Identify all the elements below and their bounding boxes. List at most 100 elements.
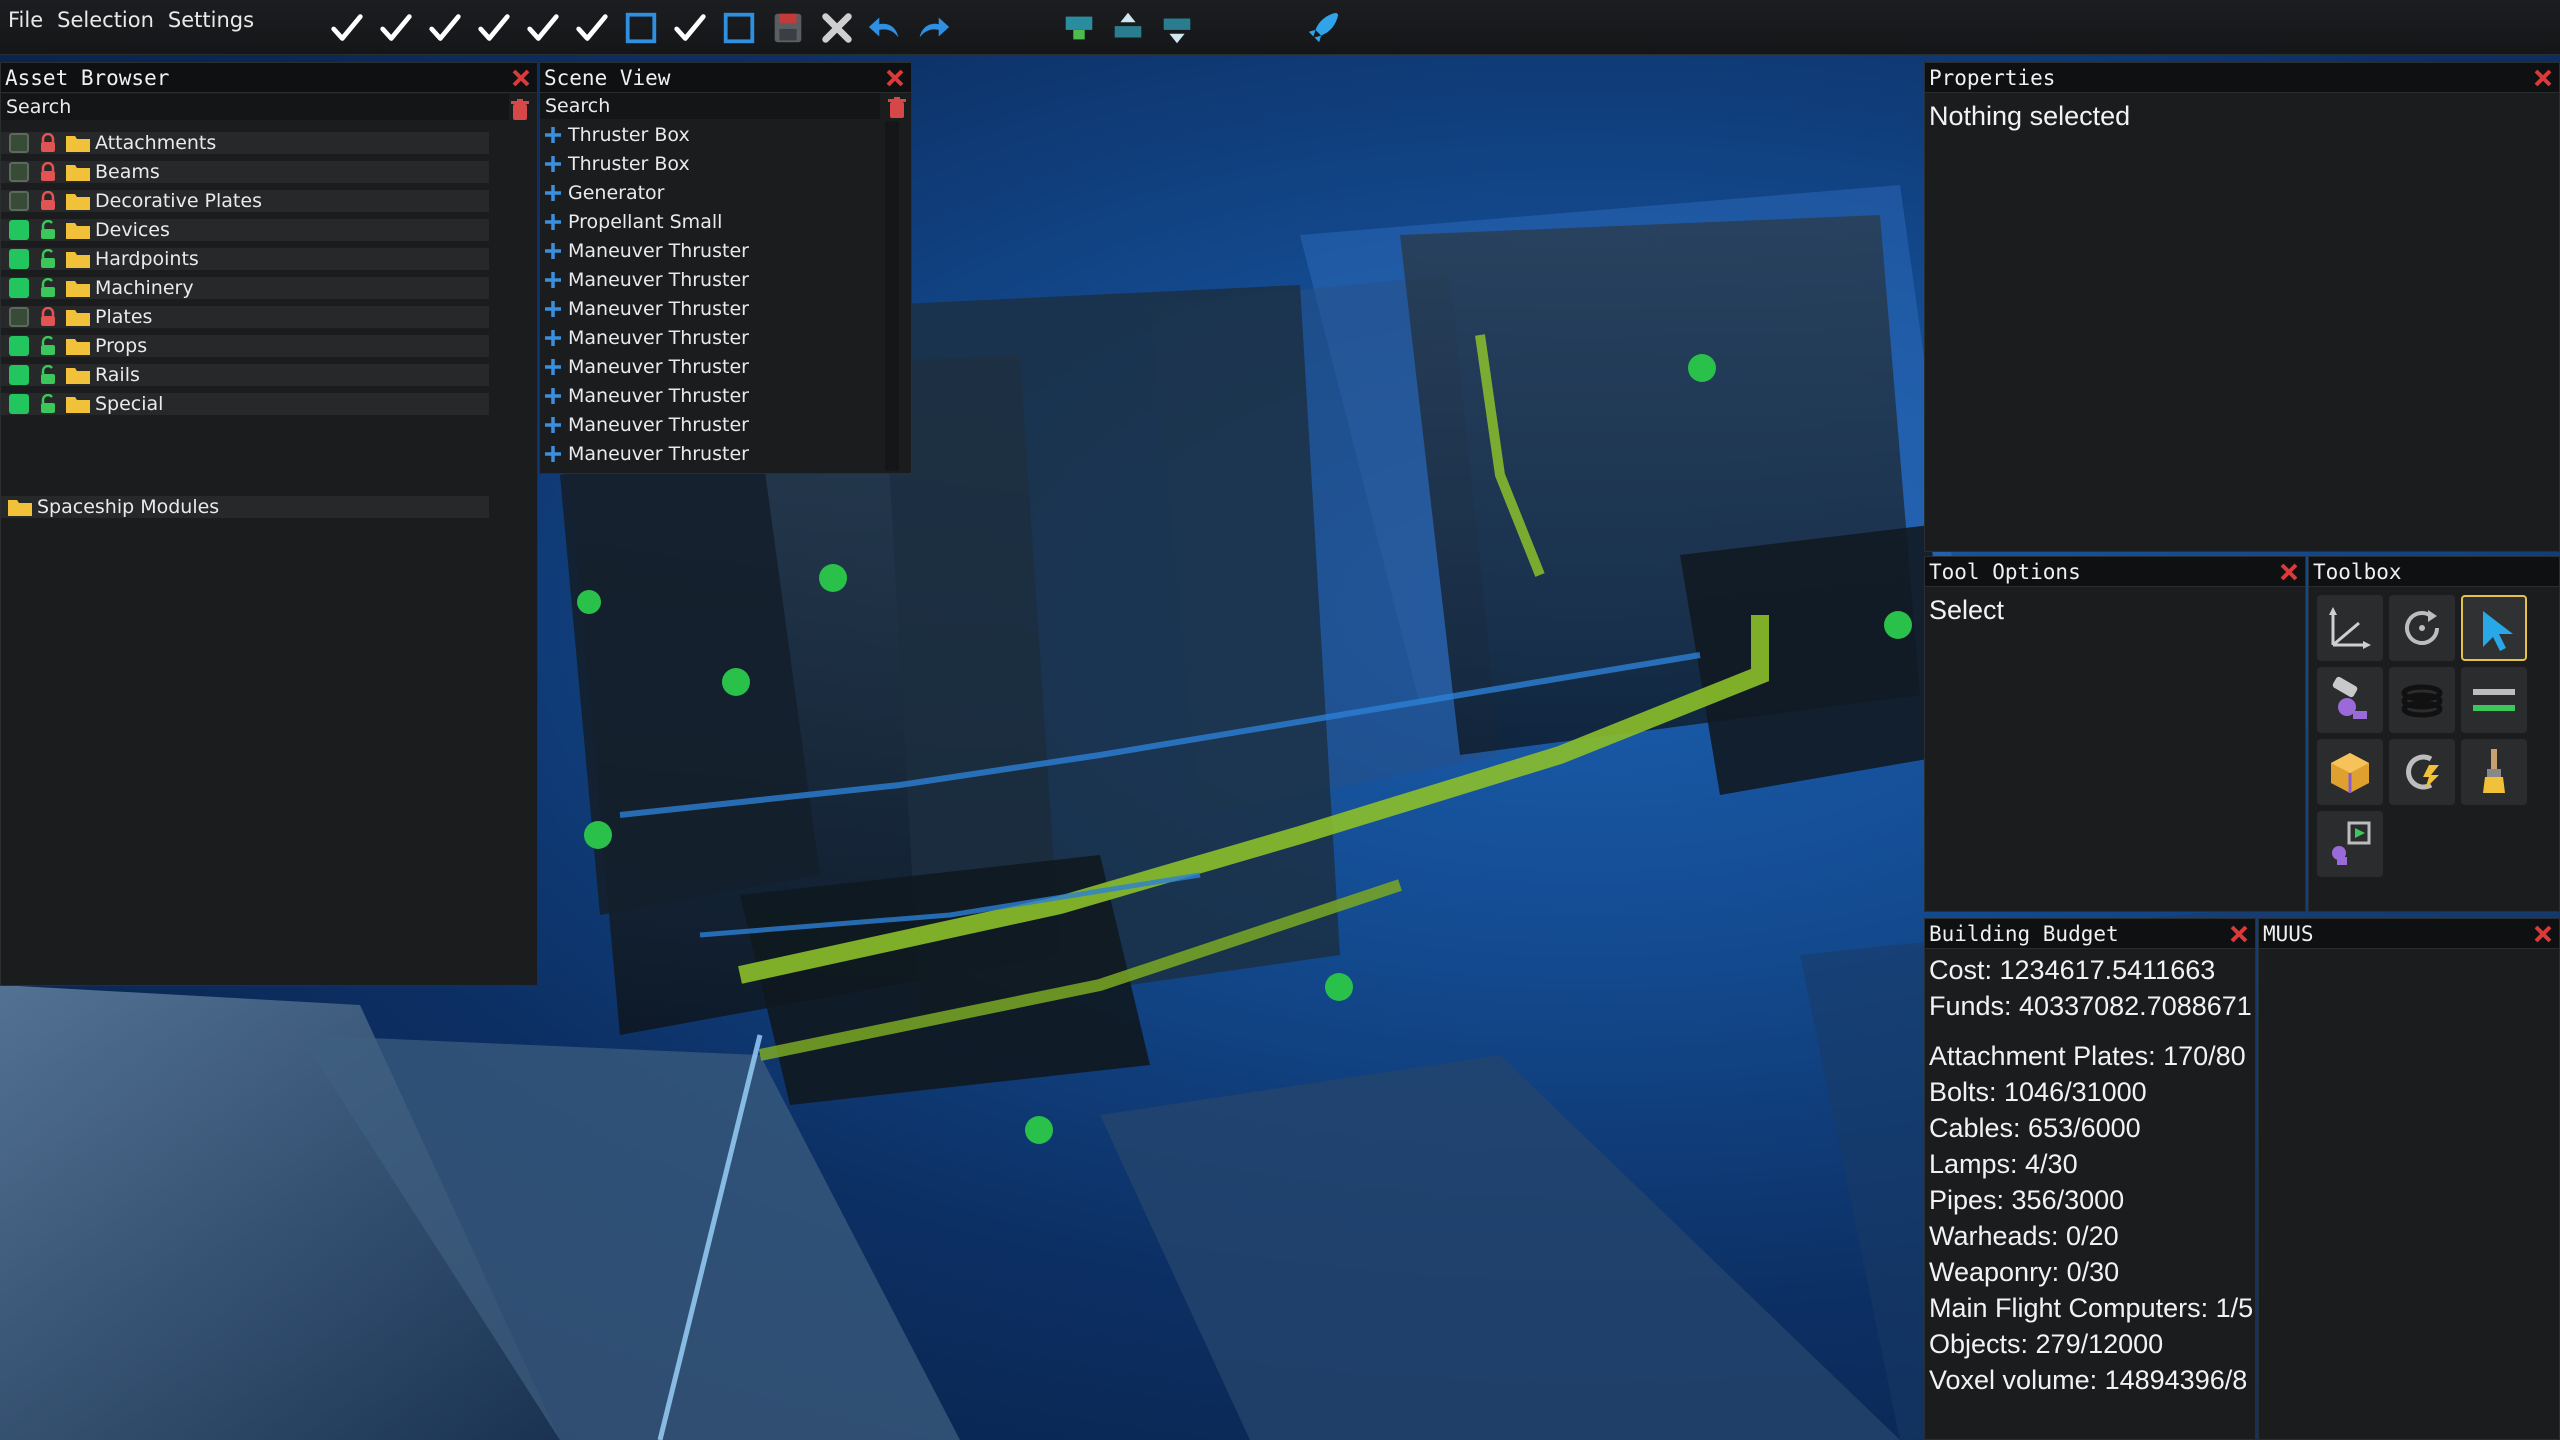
category-visibility-checkbox[interactable] bbox=[9, 393, 29, 414]
expand-plus-icon[interactable] bbox=[544, 358, 562, 376]
scene-object-row[interactable]: Maneuver Thruster bbox=[544, 382, 1074, 410]
toggle-box-2-button[interactable] bbox=[718, 8, 760, 48]
close-icon[interactable] bbox=[2229, 924, 2249, 944]
bolt-tool-button[interactable] bbox=[2317, 667, 2383, 733]
asset-category-row[interactable]: Rails bbox=[1, 361, 489, 388]
scene-object-row[interactable]: Maneuver Thruster bbox=[544, 266, 1074, 294]
budget-cost: Cost: 1234617.5411663 bbox=[1929, 955, 2216, 985]
asset-category-row[interactable]: Special bbox=[1, 390, 489, 417]
expand-plus-icon[interactable] bbox=[544, 184, 562, 202]
scene-object-row[interactable]: Propellant Small bbox=[544, 208, 1074, 236]
category-visibility-checkbox[interactable] bbox=[9, 219, 29, 240]
undo-button[interactable] bbox=[864, 8, 906, 48]
empty-square-icon bbox=[625, 12, 657, 44]
close-icon[interactable] bbox=[885, 68, 905, 88]
lock-open-icon[interactable] bbox=[39, 364, 57, 385]
expand-plus-icon[interactable] bbox=[544, 387, 562, 405]
asset-category-row[interactable]: Attachments bbox=[1, 129, 489, 156]
cable-tool-button[interactable] bbox=[2389, 667, 2455, 733]
scene-object-row[interactable]: Maneuver Thruster bbox=[544, 353, 1074, 381]
scene-search-input[interactable]: Search bbox=[540, 93, 880, 119]
trash-icon[interactable] bbox=[511, 99, 529, 121]
voxel-tool-button[interactable] bbox=[2317, 739, 2383, 805]
category-visibility-checkbox[interactable] bbox=[9, 306, 29, 327]
lock-open-icon[interactable] bbox=[39, 277, 57, 298]
category-visibility-checkbox[interactable] bbox=[9, 335, 29, 356]
expand-plus-icon[interactable] bbox=[544, 213, 562, 231]
layer-down-button[interactable] bbox=[1156, 8, 1198, 48]
asset-category-row[interactable]: Machinery bbox=[1, 274, 489, 301]
building-budget-title: Building Budget bbox=[1925, 919, 2255, 949]
asset-category-row[interactable]: Decorative Plates bbox=[1, 187, 489, 214]
toggle-check-3-button[interactable] bbox=[424, 8, 466, 48]
menu-selection[interactable]: Selection bbox=[57, 8, 154, 32]
toggle-check-4-button[interactable] bbox=[473, 8, 515, 48]
asset-category-row[interactable]: Devices bbox=[1, 216, 489, 243]
scene-scrollbar[interactable] bbox=[885, 121, 899, 471]
toggle-check-6-button[interactable] bbox=[571, 8, 613, 48]
asset-search-input[interactable]: Search bbox=[1, 94, 509, 120]
pipe-tool-button[interactable] bbox=[2461, 667, 2527, 733]
toggle-check-2-button[interactable] bbox=[375, 8, 417, 48]
lock-open-icon[interactable] bbox=[39, 393, 57, 414]
asset-category-row[interactable]: Plates bbox=[1, 303, 489, 330]
expand-plus-icon[interactable] bbox=[544, 155, 562, 173]
category-visibility-checkbox[interactable] bbox=[9, 277, 29, 298]
scene-object-row[interactable]: Thruster Box bbox=[544, 150, 1074, 178]
expand-plus-icon[interactable] bbox=[544, 271, 562, 289]
scene-object-row[interactable]: Thruster Box bbox=[544, 121, 1074, 149]
category-visibility-checkbox[interactable] bbox=[9, 248, 29, 269]
toggle-check-5-button[interactable] bbox=[522, 8, 564, 48]
launch-button[interactable] bbox=[1302, 8, 1344, 48]
close-icon[interactable] bbox=[2279, 562, 2299, 582]
category-visibility-checkbox[interactable] bbox=[9, 161, 29, 182]
lock-closed-icon[interactable] bbox=[39, 132, 57, 153]
category-visibility-checkbox[interactable] bbox=[9, 364, 29, 385]
move-tool-button[interactable] bbox=[2317, 595, 2383, 661]
expand-plus-icon[interactable] bbox=[544, 300, 562, 318]
scene-object-row[interactable]: Maneuver Thruster bbox=[544, 440, 1074, 468]
lock-open-icon[interactable] bbox=[39, 335, 57, 356]
close-icon[interactable] bbox=[511, 68, 531, 88]
select-tool-button[interactable] bbox=[2461, 595, 2527, 661]
scene-object-row[interactable]: Generator bbox=[544, 179, 1074, 207]
layer-1-button[interactable] bbox=[1058, 8, 1100, 48]
redo-button[interactable] bbox=[912, 8, 954, 48]
menu-settings[interactable]: Settings bbox=[168, 8, 254, 32]
trash-icon[interactable] bbox=[888, 97, 906, 119]
paint-tool-button[interactable] bbox=[2461, 739, 2527, 805]
lock-closed-icon[interactable] bbox=[39, 190, 57, 211]
expand-plus-icon[interactable] bbox=[544, 126, 562, 144]
lock-closed-icon[interactable] bbox=[39, 306, 57, 327]
power-tool-button[interactable] bbox=[2389, 739, 2455, 805]
spaceship-modules-folder[interactable]: Spaceship Modules bbox=[1, 493, 489, 520]
toggle-check-1-button[interactable] bbox=[326, 8, 368, 48]
toggle-check-7-button[interactable] bbox=[669, 8, 711, 48]
asset-category-row[interactable]: Props bbox=[1, 332, 489, 359]
category-visibility-checkbox[interactable] bbox=[9, 190, 29, 211]
expand-plus-icon[interactable] bbox=[544, 416, 562, 434]
category-visibility-checkbox[interactable] bbox=[9, 132, 29, 153]
rotate-tool-button[interactable] bbox=[2389, 595, 2455, 661]
layer-up-button[interactable] bbox=[1107, 8, 1149, 48]
close-icon[interactable] bbox=[2533, 924, 2553, 944]
menu-file[interactable]: File bbox=[8, 8, 43, 32]
scene-object-row[interactable]: Maneuver Thruster bbox=[544, 295, 1074, 323]
close-icon[interactable] bbox=[2533, 68, 2553, 88]
logic-tool-button[interactable] bbox=[2317, 811, 2383, 877]
toggle-box-1-button[interactable] bbox=[620, 8, 662, 48]
scene-object-row[interactable]: Maneuver Thruster bbox=[544, 237, 1074, 265]
save-button[interactable] bbox=[767, 8, 809, 48]
expand-plus-icon[interactable] bbox=[544, 242, 562, 260]
expand-plus-icon[interactable] bbox=[544, 329, 562, 347]
expand-plus-icon[interactable] bbox=[544, 445, 562, 463]
asset-category-row[interactable]: Hardpoints bbox=[1, 245, 489, 272]
scene-object-row[interactable]: Maneuver Thruster bbox=[544, 411, 1074, 439]
asset-category-row[interactable]: Beams bbox=[1, 158, 489, 185]
lock-open-icon[interactable] bbox=[39, 248, 57, 269]
lock-closed-icon[interactable] bbox=[39, 161, 57, 182]
scene-object-row[interactable]: Maneuver Thruster bbox=[544, 324, 1074, 352]
lock-open-icon[interactable] bbox=[39, 219, 57, 240]
folder-icon bbox=[66, 280, 90, 297]
close-button[interactable] bbox=[816, 8, 858, 48]
